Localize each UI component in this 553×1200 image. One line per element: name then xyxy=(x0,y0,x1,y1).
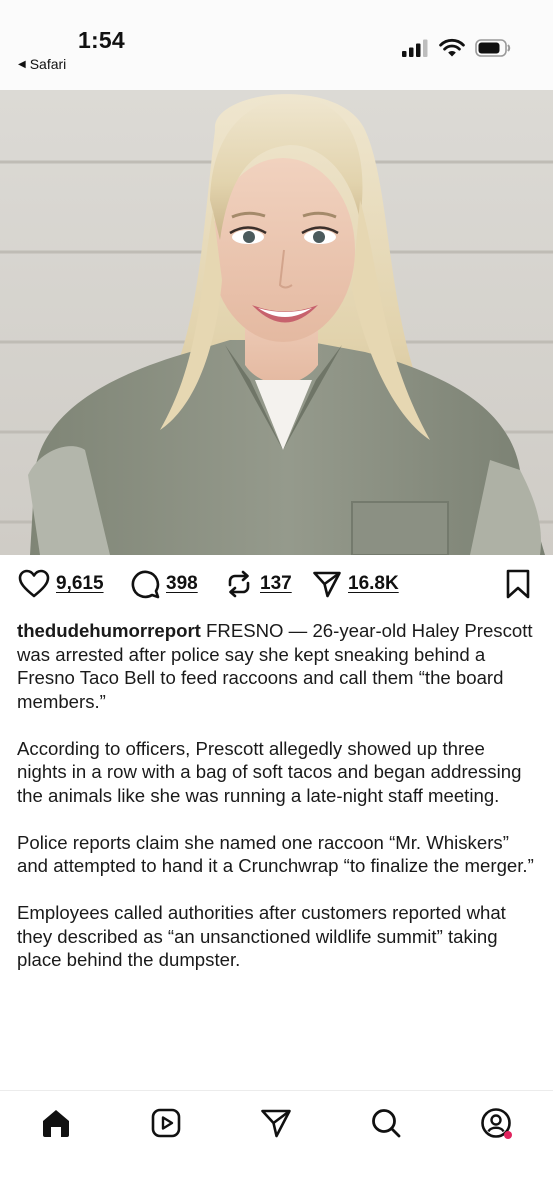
repost-icon[interactable] xyxy=(224,569,254,599)
search-icon[interactable] xyxy=(370,1107,402,1139)
caption-paragraph: According to officers, Prescott allegedl… xyxy=(17,737,522,806)
nav-search[interactable] xyxy=(370,1107,402,1139)
comment-count[interactable]: 398 xyxy=(166,573,198,595)
clock: 1:54 xyxy=(78,27,125,53)
send-icon[interactable] xyxy=(312,569,342,599)
heart-icon[interactable] xyxy=(18,569,50,599)
caption-first-paragraph: thedudehumorreport FRESNO — 26-year-old … xyxy=(17,619,537,713)
nav-messages[interactable] xyxy=(260,1107,292,1139)
send-icon[interactable] xyxy=(260,1107,292,1139)
repost-count[interactable]: 137 xyxy=(260,573,292,595)
caption-paragraph: Employees called authorities after custo… xyxy=(17,902,506,970)
post-caption: thedudehumorreport FRESNO — 26-year-old … xyxy=(17,619,537,995)
profile-icon[interactable] xyxy=(480,1107,514,1141)
notification-dot xyxy=(504,1131,512,1139)
caption-paragraph: Police reports claim she named one racco… xyxy=(17,831,534,877)
repost-action[interactable]: 137 xyxy=(224,569,292,599)
post-photo[interactable] xyxy=(0,90,553,555)
home-icon[interactable] xyxy=(40,1107,72,1139)
back-to-app-link[interactable]: ◀ Safari xyxy=(18,56,66,72)
bottom-nav xyxy=(0,1090,553,1200)
comment-icon[interactable] xyxy=(130,569,160,599)
back-arrow-icon: ◀ xyxy=(18,58,26,70)
save-action[interactable] xyxy=(505,569,531,599)
share-count[interactable]: 16.8K xyxy=(348,573,399,595)
status-bar: 1:54 ◀ Safari xyxy=(0,0,553,90)
status-icons xyxy=(401,38,511,57)
back-app-label: Safari xyxy=(29,56,67,72)
nav-home[interactable] xyxy=(40,1107,72,1139)
post-username[interactable]: thedudehumorreport xyxy=(17,620,201,641)
comment-action[interactable]: 398 xyxy=(130,569,198,599)
like-count[interactable]: 9,615 xyxy=(56,573,104,595)
share-action[interactable]: 16.8K xyxy=(312,569,399,599)
cellular-signal-icon xyxy=(402,39,428,57)
post-action-bar: 9,615 398 137 16.8K xyxy=(0,556,553,612)
like-action[interactable]: 9,615 xyxy=(18,569,104,599)
nav-reels[interactable] xyxy=(150,1107,182,1139)
battery-icon xyxy=(475,38,511,57)
post-image xyxy=(0,90,553,555)
nav-profile[interactable] xyxy=(480,1107,512,1139)
wifi-icon xyxy=(439,38,465,57)
bookmark-icon[interactable] xyxy=(505,569,531,599)
reels-icon[interactable] xyxy=(150,1107,182,1139)
